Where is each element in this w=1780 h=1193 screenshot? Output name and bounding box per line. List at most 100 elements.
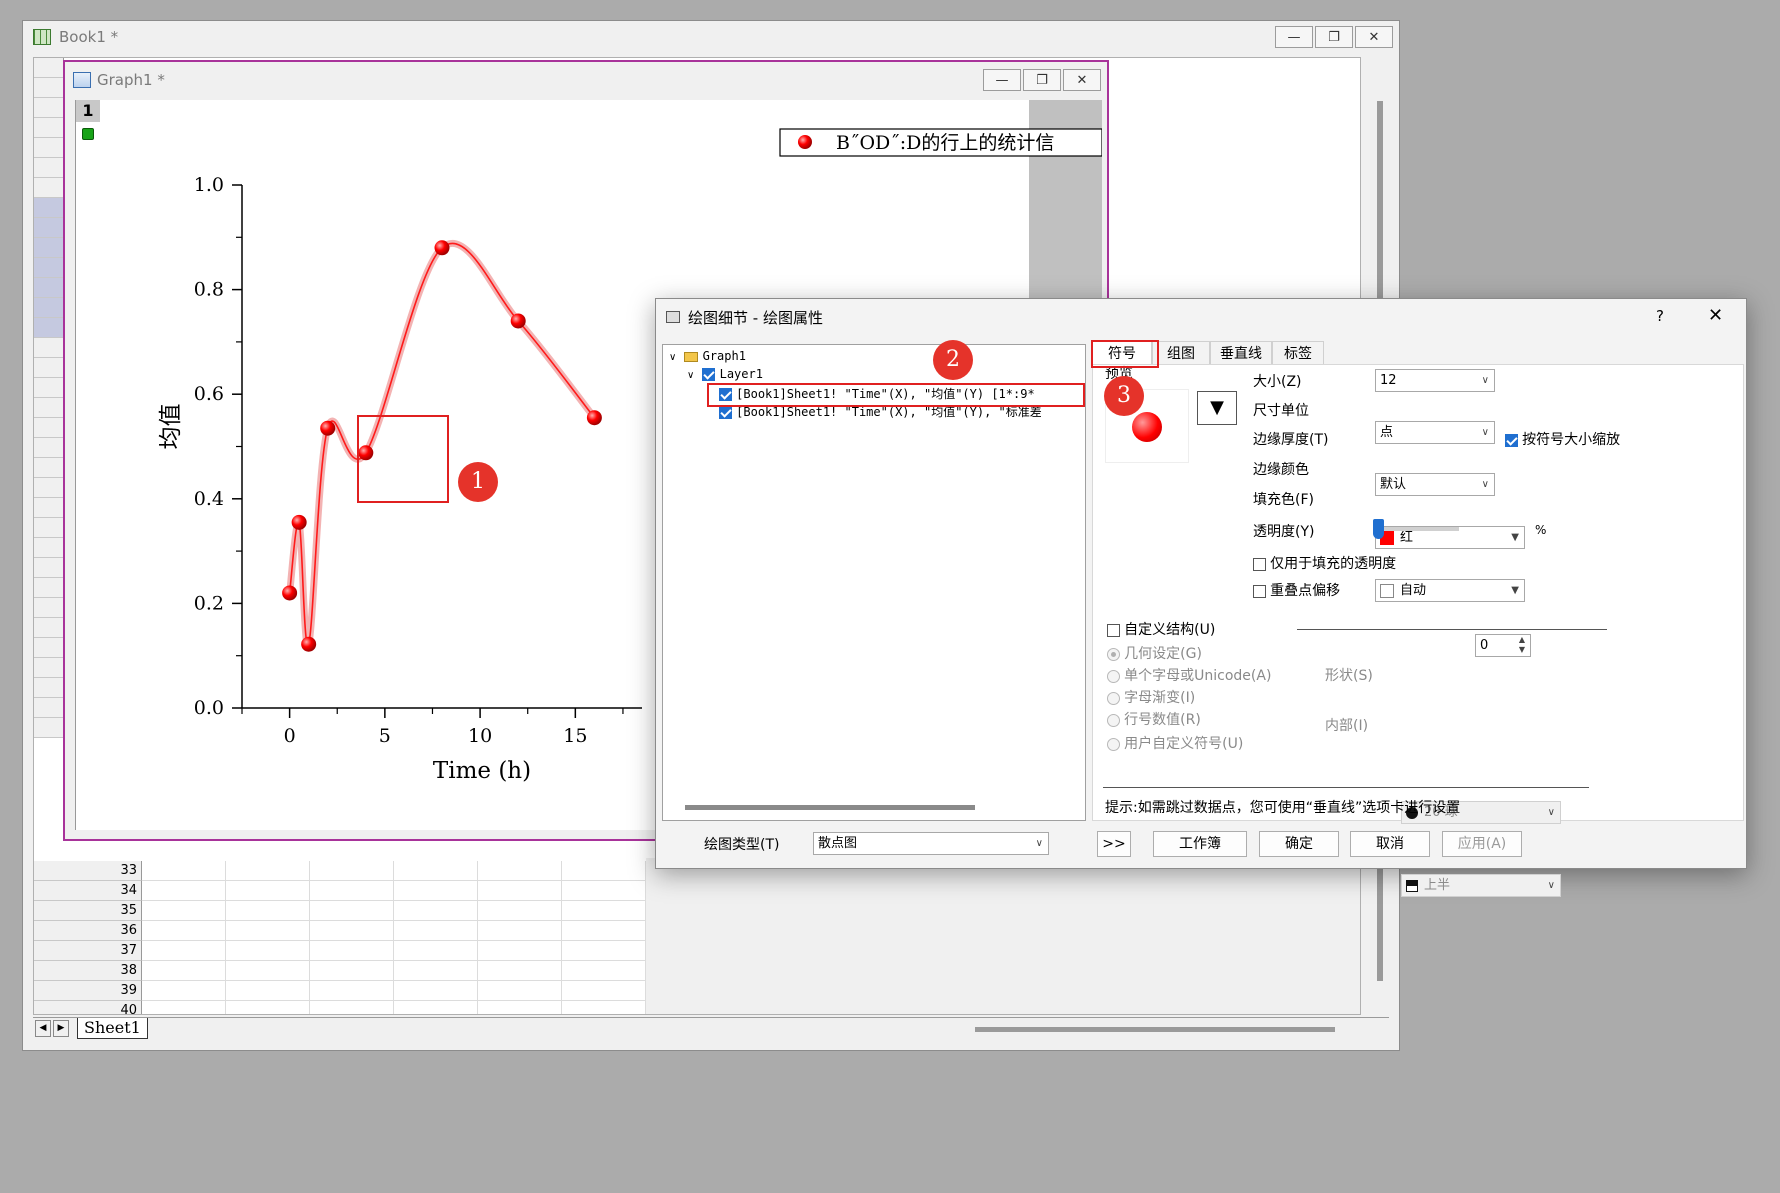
row-header[interactable]: 34 bbox=[34, 881, 142, 901]
row-header[interactable] bbox=[34, 118, 64, 138]
fill-color-combo[interactable]: 自动 ▼ bbox=[1375, 579, 1525, 602]
radio-icon[interactable] bbox=[1107, 670, 1120, 683]
overlap-checkbox[interactable] bbox=[1253, 585, 1266, 598]
dialog-titlebar[interactable]: 绘图细节 - 绘图属性 ? ✕ bbox=[656, 299, 1746, 335]
dialog-close-button[interactable]: ✕ bbox=[1708, 305, 1723, 326]
radio-icon[interactable] bbox=[1107, 648, 1120, 661]
row-header[interactable] bbox=[34, 218, 64, 238]
row-header[interactable] bbox=[34, 698, 64, 718]
row-header[interactable] bbox=[34, 518, 64, 538]
row-header[interactable] bbox=[34, 378, 64, 398]
table-cell[interactable] bbox=[394, 921, 478, 941]
tab-droplines[interactable]: 垂直线 bbox=[1210, 341, 1272, 365]
scale-checkbox-wrap[interactable]: 按符号大小缩放 bbox=[1505, 429, 1620, 449]
plot-type-combo[interactable]: 散点图 ∨ bbox=[813, 832, 1049, 855]
horizontal-scrollbar[interactable] bbox=[965, 1022, 1345, 1036]
symbol-gallery-button[interactable]: ▼ bbox=[1197, 391, 1237, 425]
row-header[interactable] bbox=[34, 178, 64, 198]
table-cell[interactable] bbox=[394, 901, 478, 921]
row-header[interactable] bbox=[34, 338, 64, 358]
plot-tree[interactable]: ∨ Graph1 ∨ Layer1 [Book1]Sheet1! "Time"(… bbox=[662, 344, 1086, 821]
row-header[interactable] bbox=[34, 138, 64, 158]
table-cell[interactable] bbox=[394, 881, 478, 901]
table-cell[interactable] bbox=[394, 861, 478, 881]
table-cell[interactable] bbox=[310, 881, 394, 901]
table-cell[interactable] bbox=[394, 981, 478, 1001]
row-header[interactable]: 36 bbox=[34, 921, 142, 941]
row-header[interactable] bbox=[34, 678, 64, 698]
minimize-button[interactable]: — bbox=[1275, 26, 1313, 48]
custom-checkbox[interactable] bbox=[1107, 624, 1120, 637]
table-cell[interactable] bbox=[478, 901, 562, 921]
tab-scroll-left-button[interactable]: ◀ bbox=[35, 1020, 51, 1037]
book1-titlebar[interactable]: Book1 * — ❐ ✕ bbox=[23, 21, 1399, 53]
table-cell[interactable] bbox=[226, 861, 310, 881]
graph1-titlebar[interactable]: Graph1 * — ❐ ✕ bbox=[65, 62, 1107, 98]
table-cell[interactable] bbox=[394, 941, 478, 961]
row-header[interactable] bbox=[34, 258, 64, 278]
table-cell[interactable] bbox=[142, 941, 226, 961]
table-cell[interactable] bbox=[226, 981, 310, 1001]
table-cell[interactable] bbox=[310, 1001, 394, 1014]
cancel-button[interactable]: 取消 bbox=[1350, 831, 1430, 857]
row-header[interactable]: 39 bbox=[34, 981, 142, 1001]
table-cell[interactable] bbox=[226, 881, 310, 901]
table-cell[interactable] bbox=[142, 861, 226, 881]
row-header[interactable] bbox=[34, 558, 64, 578]
table-cell[interactable] bbox=[142, 901, 226, 921]
row-header[interactable] bbox=[34, 658, 64, 678]
radio-geometric[interactable]: 几何设定(G) bbox=[1107, 643, 1202, 663]
fill-only-transparency[interactable]: 仅用于填充的透明度 bbox=[1253, 553, 1396, 573]
table-cell[interactable] bbox=[478, 881, 562, 901]
table-cell[interactable] bbox=[310, 961, 394, 981]
row-header[interactable] bbox=[34, 538, 64, 558]
table-cell[interactable] bbox=[478, 1001, 562, 1014]
row-header[interactable] bbox=[34, 58, 64, 78]
more-button[interactable]: >> bbox=[1097, 831, 1131, 857]
row-header[interactable] bbox=[34, 498, 64, 518]
table-cell[interactable] bbox=[142, 921, 226, 941]
table-cell[interactable] bbox=[142, 961, 226, 981]
fill-only-checkbox[interactable] bbox=[1253, 558, 1266, 571]
radio-increment[interactable]: 字母渐变(I) bbox=[1107, 687, 1195, 707]
row-header[interactable]: 38 bbox=[34, 961, 142, 981]
table-cell[interactable] bbox=[478, 921, 562, 941]
size-combo[interactable]: 12 ∨ bbox=[1375, 369, 1495, 392]
close-button[interactable]: ✕ bbox=[1355, 26, 1393, 48]
table-cell[interactable] bbox=[562, 881, 646, 901]
table-cell[interactable] bbox=[226, 961, 310, 981]
scale-checkbox[interactable] bbox=[1505, 434, 1518, 447]
table-cell[interactable] bbox=[562, 941, 646, 961]
row-header[interactable] bbox=[34, 618, 64, 638]
transparency-slider[interactable] bbox=[1373, 519, 1459, 539]
row-header[interactable] bbox=[34, 318, 64, 338]
table-cell[interactable] bbox=[310, 861, 394, 881]
row-header[interactable] bbox=[34, 578, 64, 598]
radio-icon[interactable] bbox=[1107, 714, 1120, 727]
tree-layer[interactable]: ∨ Layer1 bbox=[687, 367, 763, 382]
radio-row-number[interactable]: 行号数值(R) bbox=[1107, 709, 1201, 729]
row-header[interactable] bbox=[34, 478, 64, 498]
tab-group[interactable]: 组图 bbox=[1152, 341, 1210, 365]
edge-thickness-combo[interactable]: 默认 ∨ bbox=[1375, 473, 1495, 496]
expand-icon[interactable]: ∨ bbox=[669, 352, 676, 363]
table-cell[interactable] bbox=[226, 901, 310, 921]
sheet-tab[interactable]: Sheet1 bbox=[77, 1018, 148, 1039]
transparency-spinner[interactable]: 0 ▲ ▼ bbox=[1475, 634, 1531, 657]
row-header[interactable]: 33 bbox=[34, 861, 142, 881]
table-cell[interactable] bbox=[226, 941, 310, 961]
graph-close-button[interactable]: ✕ bbox=[1063, 69, 1101, 91]
table-cell[interactable] bbox=[310, 981, 394, 1001]
table-cell[interactable] bbox=[226, 921, 310, 941]
table-cell[interactable] bbox=[478, 861, 562, 881]
plot2-checkbox[interactable] bbox=[719, 406, 732, 419]
table-cell[interactable] bbox=[142, 881, 226, 901]
help-button[interactable]: ? bbox=[1656, 307, 1664, 325]
radio-unicode[interactable]: 单个字母或Unicode(A) bbox=[1107, 665, 1271, 685]
radio-icon[interactable] bbox=[1107, 738, 1120, 751]
row-header[interactable] bbox=[34, 598, 64, 618]
table-cell[interactable] bbox=[310, 941, 394, 961]
layer-checkbox[interactable] bbox=[702, 368, 716, 381]
table-cell[interactable] bbox=[478, 961, 562, 981]
table-cell[interactable] bbox=[310, 921, 394, 941]
